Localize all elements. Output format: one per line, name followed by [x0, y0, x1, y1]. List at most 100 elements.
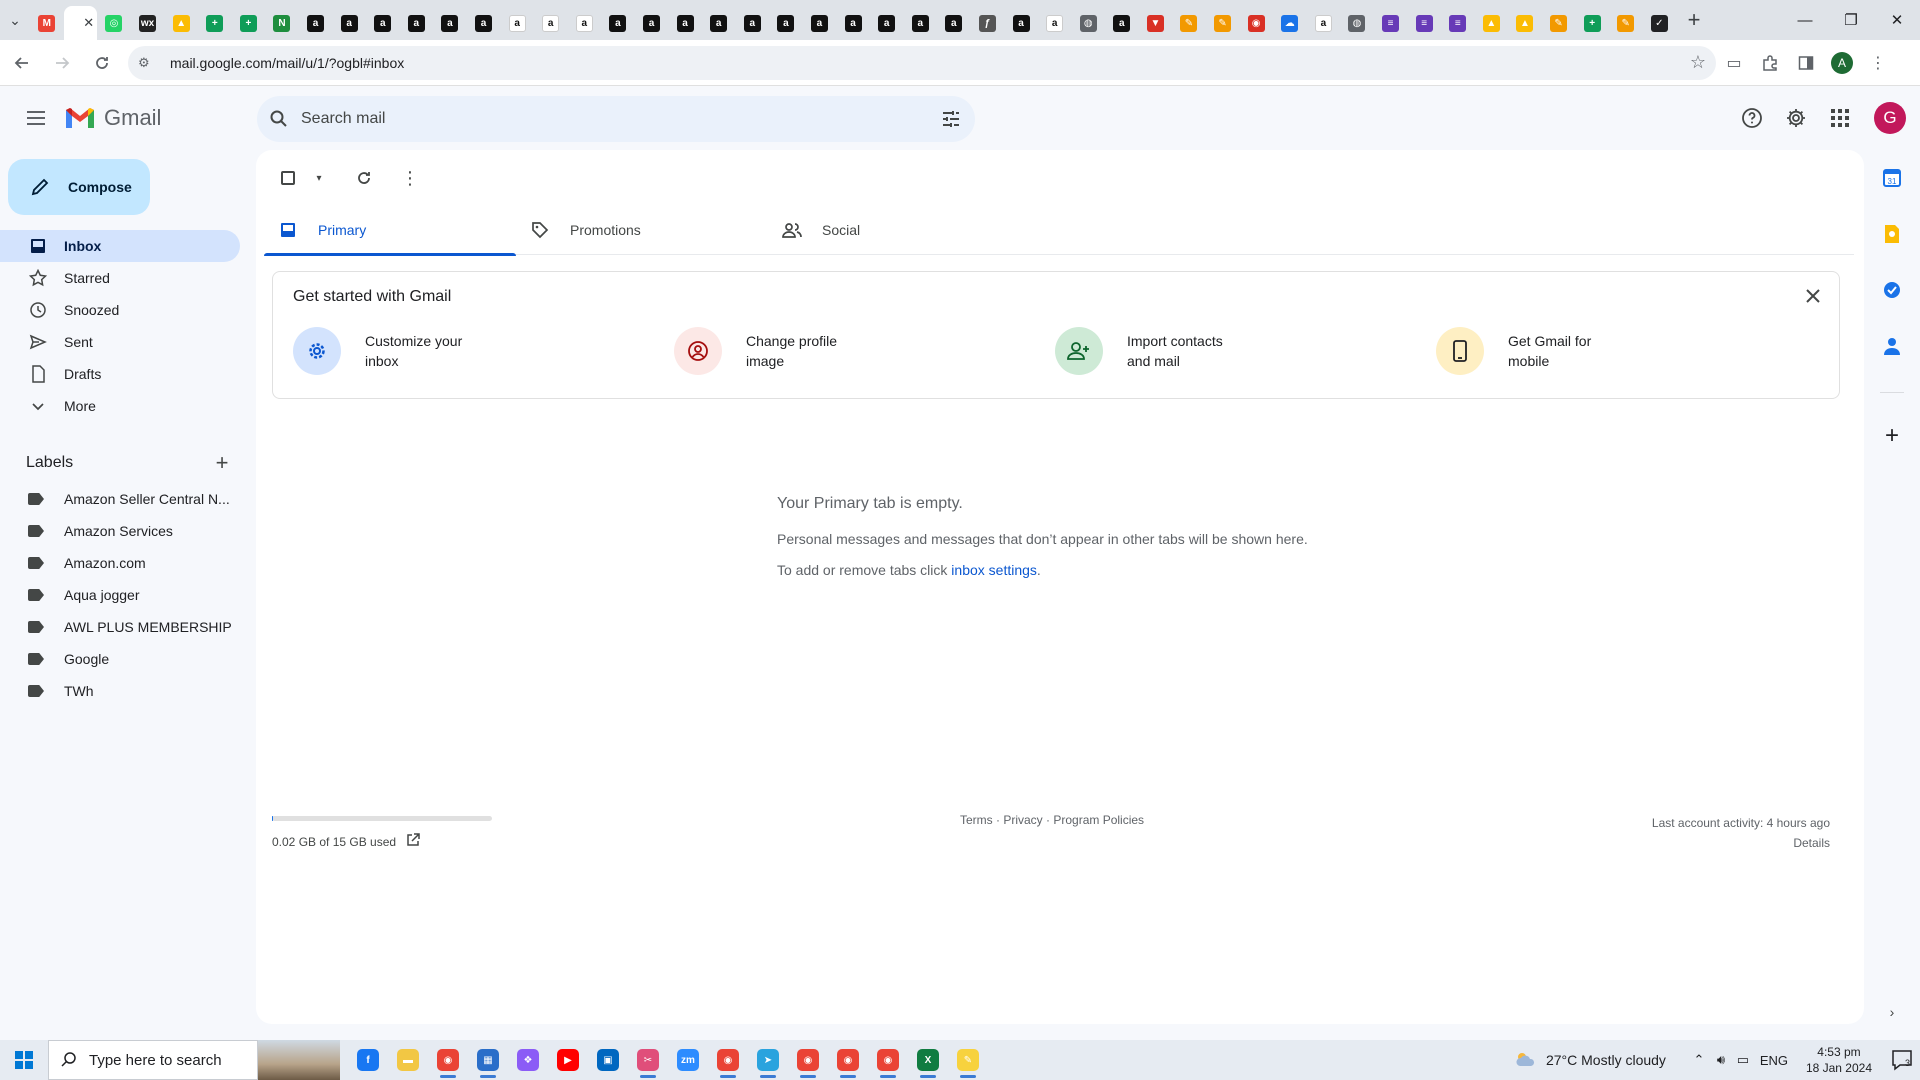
browser-tab[interactable]: a [534, 6, 568, 40]
nav-item-more[interactable]: More [0, 390, 240, 422]
close-tab-icon[interactable]: ✕ [83, 15, 94, 31]
inbox-settings-link[interactable]: inbox settings [951, 562, 1037, 578]
label-item[interactable]: AWL PLUS MEMBERSHIP [0, 611, 240, 643]
taskbar-app[interactable]: X [908, 1040, 948, 1080]
search-icon[interactable] [257, 109, 301, 129]
taskbar-app[interactable]: ◉ [788, 1040, 828, 1080]
speaker-volume-icon[interactable]: 🔊︎ [1710, 1052, 1732, 1068]
browser-tab[interactable]: ▲ [1475, 6, 1509, 40]
browser-tab[interactable]: a [735, 6, 769, 40]
browser-tab[interactable]: a [769, 6, 803, 40]
browser-tab[interactable]: a [500, 6, 534, 40]
support-icon[interactable] [1732, 98, 1772, 138]
browser-tab[interactable]: a [400, 6, 434, 40]
browser-tab[interactable]: ◍ [1071, 6, 1105, 40]
browser-tab[interactable]: wx [131, 6, 165, 40]
forward-button[interactable] [44, 45, 80, 81]
browser-tab[interactable]: ✎ [1172, 6, 1206, 40]
browser-tab[interactable]: a [1307, 6, 1341, 40]
taskbar-app[interactable]: ▬ [388, 1040, 428, 1080]
browser-tab[interactable]: ☁ [1273, 6, 1307, 40]
taskbar-app[interactable]: ▦ [468, 1040, 508, 1080]
browser-tab[interactable]: N [265, 6, 299, 40]
browser-tab[interactable]: ✎ [1609, 6, 1643, 40]
google-apps-icon[interactable] [1820, 98, 1860, 138]
tab-primary[interactable]: Primary [264, 205, 516, 256]
taskbar-app[interactable]: ◉ [828, 1040, 868, 1080]
keep-icon[interactable] [1880, 222, 1904, 246]
browser-tab[interactable]: a [668, 6, 702, 40]
taskbar-app[interactable]: ✂ [628, 1040, 668, 1080]
browser-tab[interactable]: ƒ [971, 6, 1005, 40]
taskbar-app[interactable]: ❖ [508, 1040, 548, 1080]
search-highlight-illustration[interactable] [258, 1040, 340, 1080]
browser-tab[interactable]: ≡ [1374, 6, 1408, 40]
browser-tab[interactable]: ◎ [97, 6, 131, 40]
browser-tab[interactable]: ≡ [1407, 6, 1441, 40]
browser-tab[interactable]: ◍ [1340, 6, 1374, 40]
details-link[interactable]: Details [1652, 833, 1830, 853]
bookmark-star-icon[interactable]: ☆ [1690, 52, 1706, 73]
taskbar-app[interactable]: ▶ [548, 1040, 588, 1080]
label-item[interactable]: Aqua jogger [0, 579, 240, 611]
browser-tab[interactable]: ▲ [164, 6, 198, 40]
browser-tab[interactable]: a [299, 6, 333, 40]
browser-tab[interactable]: ≡ [1441, 6, 1475, 40]
get-started-item[interactable]: Import contacts and mail [1055, 327, 1436, 375]
extensions-puzzle-icon[interactable] [1752, 45, 1788, 81]
url-text[interactable]: mail.google.com/mail/u/1/?ogbl#inbox [170, 55, 1690, 71]
taskbar-app[interactable]: ✎ [948, 1040, 988, 1080]
more-options-icon[interactable]: ⋮ [392, 160, 428, 196]
browser-tab[interactable]: ✎ [1206, 6, 1240, 40]
contacts-icon[interactable] [1880, 334, 1904, 358]
label-item[interactable]: Amazon Seller Central N... [0, 483, 240, 515]
privacy-link[interactable]: Privacy [1003, 813, 1042, 827]
windows-start-icon[interactable] [0, 1040, 48, 1080]
get-started-item[interactable]: Change profile image [674, 327, 1055, 375]
browser-tab[interactable]: ✕ [63, 6, 98, 40]
browser-tab[interactable]: a [1105, 6, 1139, 40]
compose-button[interactable]: Compose [8, 159, 150, 215]
browser-tab[interactable]: ▼ [1139, 6, 1173, 40]
settings-gear-icon[interactable] [1776, 98, 1816, 138]
nav-item-drafts[interactable]: Drafts [0, 358, 240, 390]
back-button[interactable] [4, 45, 40, 81]
refresh-icon[interactable] [346, 160, 382, 196]
taskbar-app[interactable]: f [348, 1040, 388, 1080]
program-policies-link[interactable]: Program Policies [1053, 813, 1144, 827]
taskbar-app[interactable]: ◉ [428, 1040, 468, 1080]
get-add-ons-plus-icon[interactable]: + [1880, 422, 1904, 449]
taskbar-app[interactable]: ➤ [748, 1040, 788, 1080]
browser-tab[interactable]: a [836, 6, 870, 40]
label-item[interactable]: Google [0, 643, 240, 675]
browser-tab[interactable]: ◉ [1239, 6, 1273, 40]
reload-button[interactable] [84, 45, 120, 81]
browser-tab[interactable]: ✎ [1542, 6, 1576, 40]
label-item[interactable]: TWh [0, 675, 240, 707]
get-started-item[interactable]: Customize your inbox [293, 327, 674, 375]
side-panel-icon[interactable] [1788, 45, 1824, 81]
browser-tab[interactable]: a [568, 6, 602, 40]
browser-tab[interactable]: a [1038, 6, 1072, 40]
main-menu-icon[interactable] [18, 100, 54, 136]
browser-tab[interactable]: a [467, 6, 501, 40]
browser-tab[interactable]: a [702, 6, 736, 40]
search-input[interactable] [301, 110, 927, 128]
taskbar-app[interactable]: ▣ [588, 1040, 628, 1080]
browser-tab[interactable]: a [332, 6, 366, 40]
taskbar-app[interactable]: zm [668, 1040, 708, 1080]
label-item[interactable]: Amazon Services [0, 515, 240, 547]
show-hidden-icons-chevron-icon[interactable]: ⌃ [1688, 1052, 1710, 1068]
browser-tab[interactable]: a [366, 6, 400, 40]
browser-tab[interactable]: + [232, 6, 266, 40]
create-label-plus-icon[interactable]: + [210, 450, 234, 476]
get-started-item[interactable]: Get Gmail for mobile [1436, 327, 1817, 375]
browser-tab[interactable]: + [198, 6, 232, 40]
extension-drive-icon[interactable]: ▭ [1716, 45, 1752, 81]
nav-item-inbox[interactable]: Inbox [0, 230, 240, 262]
close-window-button[interactable]: ✕ [1874, 0, 1920, 40]
minimize-button[interactable]: — [1782, 0, 1828, 40]
taskbar-clock[interactable]: 4:53 pm 18 Jan 2024 [1806, 1044, 1872, 1076]
browser-tab[interactable]: a [635, 6, 669, 40]
browser-tab[interactable]: a [433, 6, 467, 40]
